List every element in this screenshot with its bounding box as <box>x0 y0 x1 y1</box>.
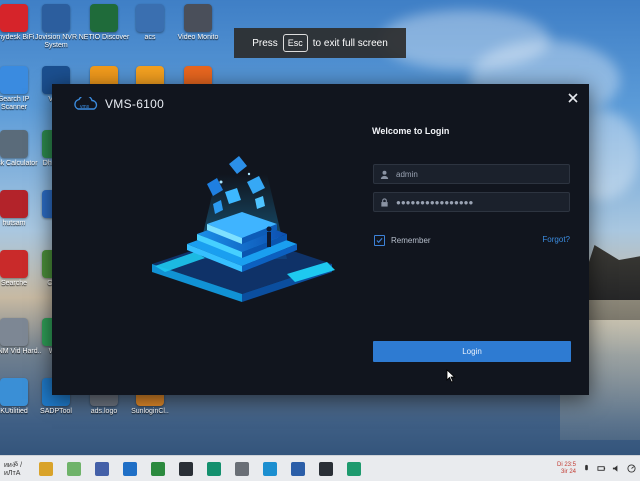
mouse-cursor-icon <box>446 369 456 383</box>
desktop-icon-glyph <box>0 130 28 158</box>
taskbar-app-vms-app-icon[interactable] <box>347 461 361 476</box>
logo-text: vms <box>80 104 90 110</box>
desktop-icon-glyph <box>0 318 28 346</box>
app-logo: vms VMS-6100 <box>72 97 164 111</box>
fullscreen-hint-prefix: Press <box>252 37 278 49</box>
desktop-icon-glyph <box>0 378 28 406</box>
desktop-icon-glyph <box>136 4 164 32</box>
desktop-icon-glyph <box>0 190 28 218</box>
password-field[interactable] <box>373 192 570 212</box>
cloud-logo-icon: vms <box>74 97 98 110</box>
desktop-icon-glyph <box>90 4 118 32</box>
taskbar-app-green-app-icon[interactable] <box>151 461 165 476</box>
desktop-icon-label: SunloginCl.. <box>131 408 169 415</box>
welcome-heading: Welcome to Login <box>372 126 450 136</box>
user-icon <box>380 170 389 179</box>
tray-clock[interactable]: Di 23:5 3ir 24 <box>557 462 576 476</box>
desktop-icon-glyph <box>42 4 70 32</box>
taskbar-app-blue-app-icon[interactable] <box>291 461 305 476</box>
tray-clock-line-1: Di 23:5 <box>556 461 576 468</box>
close-icon[interactable] <box>565 90 581 106</box>
remember-row: Remember <box>374 235 431 246</box>
desktop-icon-glyph <box>184 4 212 32</box>
taskbar-app-browser-globe-icon[interactable] <box>67 461 81 476</box>
desktop-icon-glyph <box>0 66 28 94</box>
forgot-password-link[interactable]: Forgot? <box>542 235 570 244</box>
password-input[interactable] <box>396 197 556 207</box>
volume-icon[interactable] <box>612 464 621 473</box>
username-field[interactable] <box>373 164 570 184</box>
remember-checkbox[interactable] <box>374 235 385 246</box>
tray-clock-line-2: 3ir 24 <box>560 468 576 475</box>
taskbar-app-terminal-icon[interactable] <box>319 461 333 476</box>
login-illustration <box>152 156 335 302</box>
fullscreen-hint-suffix: to exit full screen <box>312 37 388 49</box>
taskbar-app-edge-icon[interactable] <box>263 461 277 476</box>
check-icon <box>376 237 383 244</box>
desktop-icon-glyph <box>0 250 28 278</box>
remember-label: Remember <box>391 236 431 245</box>
lock-icon <box>381 197 388 207</box>
login-form: Welcome to Login Remember Forgot? <box>372 126 572 362</box>
username-input[interactable] <box>396 169 556 179</box>
taskbar-app-outlook-icon[interactable] <box>123 461 137 476</box>
system-tray: Di 23:5 3ir 24 <box>557 456 640 481</box>
taskbar-search[interactable]: ииॐ / иЛтА <box>4 461 32 477</box>
taskbar-app-user-app-icon[interactable] <box>95 461 109 476</box>
battery-icon[interactable] <box>597 464 606 473</box>
taskbar: ииॐ / иЛтА Di 23:5 3ir 24 <box>0 455 640 481</box>
esc-key: Esc <box>282 34 308 52</box>
taskbar-app-people-app-icon[interactable] <box>235 461 249 476</box>
app-title: VMS-6100 <box>105 97 165 111</box>
speedometer-icon[interactable] <box>627 464 636 473</box>
desktop-icon-glyph <box>0 4 28 32</box>
mic-icon[interactable] <box>582 464 591 473</box>
taskbar-app-chrome-icon[interactable] <box>39 461 53 476</box>
login-button[interactable]: Login <box>373 341 571 362</box>
login-dialog: vms VMS-6100 Welcome to Login admin ●●●●… <box>52 84 589 395</box>
desktop-icon[interactable]: Video Monito <box>170 4 226 42</box>
desktop-icon-label: Video Monito <box>177 34 219 41</box>
taskbar-app-teal-app-icon[interactable] <box>207 461 221 476</box>
taskbar-apps <box>32 461 368 476</box>
taskbar-app-dark-app-icon[interactable] <box>179 461 193 476</box>
fullscreen-hint: Press Esc to exit full screen <box>234 28 406 58</box>
